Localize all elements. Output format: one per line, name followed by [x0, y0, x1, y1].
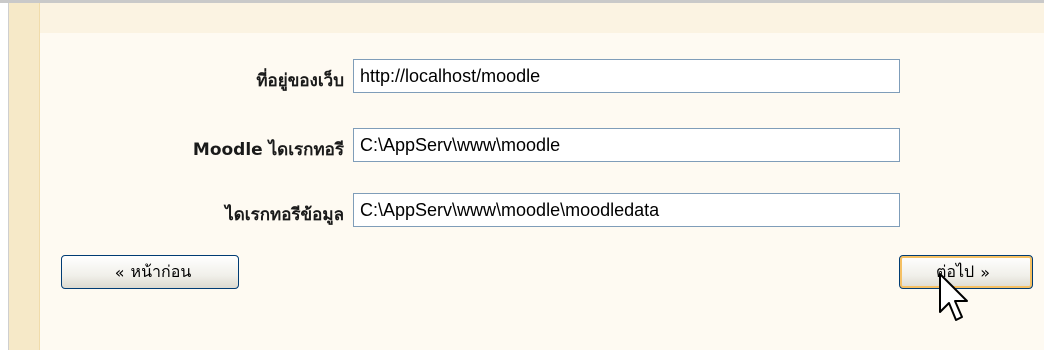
config-panel — [8, 3, 1044, 350]
panel-accent-bar — [9, 3, 40, 350]
data-directory-label: ไดเรกทอรีข้อมูล — [225, 205, 344, 225]
panel-header-band — [40, 3, 1044, 33]
previous-arrow-icon: « — [114, 262, 125, 282]
web-address-input[interactable] — [353, 59, 900, 93]
moodle-directory-input[interactable] — [353, 128, 900, 162]
data-directory-input[interactable] — [353, 193, 900, 227]
data-directory-row: ไดเรกทอรีข้อมูล — [0, 193, 1044, 229]
installer-window: ที่อยู่ของเว็บ Moodle ไดเรกทอรี ไดเรกทอร… — [0, 0, 1044, 350]
previous-button[interactable]: « หน้าก่อน — [61, 255, 239, 289]
previous-button-label: หน้าก่อน — [130, 261, 192, 281]
next-arrow-icon: » — [980, 262, 990, 282]
web-address-row: ที่อยู่ของเว็บ — [0, 59, 1044, 95]
web-address-label: ที่อยู่ของเว็บ — [256, 71, 344, 91]
mouse-pointer-icon — [939, 273, 968, 321]
moodle-directory-row: Moodle ไดเรกทอรี — [0, 128, 1044, 164]
moodle-directory-label: Moodle ไดเรกทอรี — [192, 140, 344, 160]
